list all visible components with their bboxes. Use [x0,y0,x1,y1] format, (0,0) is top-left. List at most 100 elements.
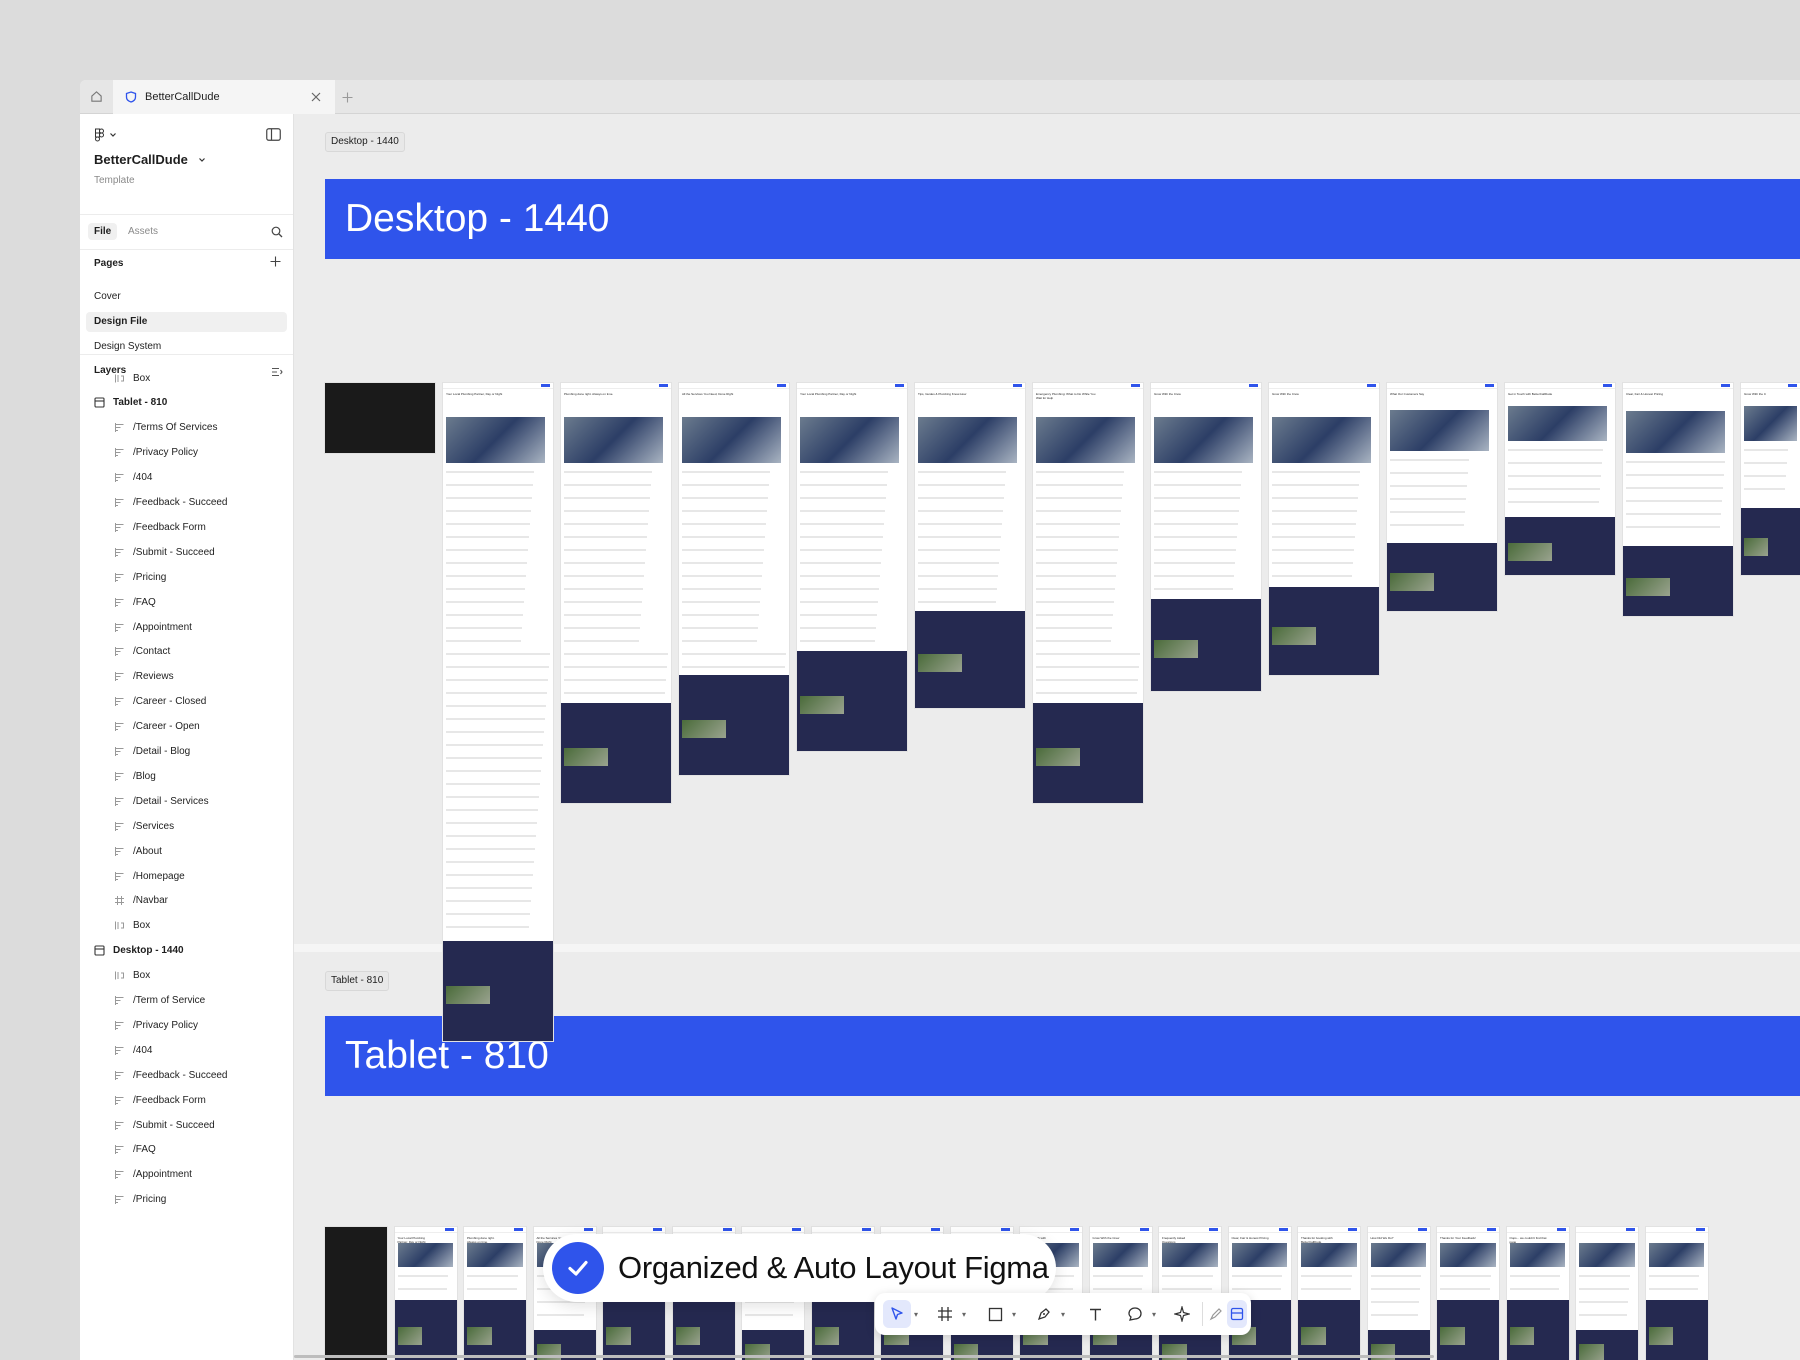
page-frame-thumbnail[interactable]: Plumbing done right. Always on time. [464,1227,526,1360]
thumb-footer-section [1741,507,1800,575]
frame-label-tablet[interactable]: Tablet - 810 [325,971,390,991]
close-tab-button[interactable] [309,90,323,104]
layer-item[interactable]: /FAQ [113,1140,156,1160]
page-frame-thumbnail[interactable]: Get in Touch with BetterCallDude [1505,383,1615,575]
horizontal-scrollbar[interactable] [294,1355,1434,1358]
design-canvas[interactable]: Desktop - 1440 Desktop - 1440 Tablet - 8… [294,114,1800,1360]
chevron-down-icon[interactable]: ▾ [962,1310,966,1319]
page-item-cover[interactable]: Cover [86,287,287,307]
layer-item[interactable]: /About [113,841,162,861]
layer-item[interactable]: /Feedback - Succeed [113,1065,228,1085]
main-menu-button[interactable] [94,128,117,142]
layer-item[interactable]: /Services [113,816,174,836]
page-frame-thumbnail[interactable]: Your Local Plumbing Partner, Day or Nigh… [443,383,553,1041]
chevron-down-icon[interactable]: ▾ [1152,1310,1156,1319]
page-frame-thumbnail[interactable] [325,1227,387,1360]
layer-item[interactable]: /Privacy Policy [113,1015,198,1035]
toggle-sidebar-button[interactable] [266,128,281,146]
page-frame-thumbnail[interactable]: Clear, Fair & Honest Pricing [1623,383,1733,616]
layer-item[interactable]: /Homepage [113,866,185,886]
thumb-navbar [1089,1227,1152,1233]
page-frame-thumbnail[interactable]: Thanks for Your Feedback! [1437,1227,1499,1360]
layer-item[interactable]: Box [113,966,150,986]
page-frame-thumbnail[interactable]: Plumbing done right. Always on time. [561,383,671,803]
page-frame-thumbnail[interactable] [1576,1227,1638,1360]
thumb-hero-image [1036,417,1135,463]
layer-section[interactable]: Desktop - 1440 [93,941,184,961]
layer-item[interactable]: /Submit - Succeed [113,1115,215,1135]
page-frame-thumbnail[interactable]: Your Local Plumbing Partner, Day or Nigh… [394,1227,457,1360]
page-frame-thumbnail[interactable] [325,383,435,453]
page-frame-thumbnail[interactable]: Tips, Guides & Plumbing Know-How [915,383,1025,708]
layer-item[interactable]: /Detail - Blog [113,742,190,762]
frame-label-desktop[interactable]: Desktop - 1440 [325,132,405,152]
add-page-button[interactable] [270,254,281,272]
chevron-down-icon[interactable]: ▾ [1012,1310,1016,1319]
search-layers-button[interactable] [271,225,283,243]
page-frame-thumbnail[interactable]: Emergency Plumbing: What to Do While You… [1033,383,1143,803]
layer-item[interactable]: /Privacy Policy [113,443,198,463]
layer-item[interactable]: /Detail - Services [113,791,209,811]
page-frame-thumbnail[interactable]: Oops... we couldn't find that page [1506,1227,1569,1360]
frame-tool-button[interactable] [931,1300,959,1328]
layer-item[interactable]: Box [113,368,150,388]
comment-tool-button[interactable] [1121,1300,1149,1328]
layer-item[interactable]: /Appointment [113,1165,192,1185]
layer-item[interactable]: /Submit - Succeed [113,542,215,562]
page-frame-thumbnail[interactable]: Grow With the C [1741,383,1800,575]
layer-item[interactable]: /Blog [113,766,156,786]
file-tab[interactable]: BetterCallDude [113,80,335,114]
layer-item[interactable]: /Terms Of Services [113,418,217,438]
tab-file[interactable]: File [88,223,118,240]
draw-mode-button[interactable] [1206,1300,1226,1328]
tab-assets[interactable]: Assets [122,223,164,240]
thumb-heading: What Our Customers Say [1390,392,1425,396]
thumb-content-row [467,1287,517,1290]
text-tool-icon [1089,1308,1101,1320]
move-tool-button[interactable] [883,1300,911,1328]
layer-item[interactable]: Box [113,916,150,936]
thumb-content-row [800,536,883,538]
pages-title: Pages [94,258,124,269]
page-frame-thumbnail[interactable]: Grow With the Crew [1151,383,1261,691]
page-frame-thumbnail[interactable]: Thanks for booking with BetterCallDude [1298,1227,1360,1360]
thumb-content-row [564,497,650,499]
layer-item[interactable]: /Pricing [113,567,166,587]
actions-button[interactable] [1168,1300,1196,1328]
page-frame-thumbnail[interactable] [1645,1227,1708,1360]
layer-item[interactable]: /Feedback Form [113,517,206,537]
file-subtitle: Template [94,175,135,186]
shape-tool-button[interactable] [981,1300,1009,1328]
layer-item[interactable]: /Feedback - Succeed [113,493,228,513]
layer-item[interactable]: /Navbar [113,891,168,911]
dev-mode-button[interactable] [1227,1300,1247,1328]
layer-item[interactable]: /Contact [113,642,170,662]
file-name-dropdown[interactable]: BetterCallDude [94,152,206,167]
new-tab-button[interactable] [338,88,356,106]
layer-item[interactable]: /404 [113,468,152,488]
page-frame-thumbnail[interactable]: Grow With the Crew [1269,383,1379,675]
layer-item[interactable]: /Term of Service [113,991,205,1011]
layer-section[interactable]: Tablet - 810 [93,393,167,413]
page-frame-thumbnail[interactable]: Your Local Plumbing Partner, Day or Nigh… [797,383,907,751]
chevron-down-icon[interactable]: ▾ [1061,1310,1065,1319]
page-frame-thumbnail[interactable]: How Did We Do? [1367,1227,1430,1360]
layer-item[interactable]: /Reviews [113,667,174,687]
pen-tool-button[interactable] [1030,1300,1058,1328]
chevron-down-icon[interactable]: ▾ [914,1310,918,1319]
layer-item[interactable]: /Career - Open [113,717,200,737]
layer-item[interactable]: /Feedback Form [113,1090,206,1110]
collapse-layers-button[interactable] [271,364,283,382]
layer-item[interactable]: /FAQ [113,592,156,612]
layer-item[interactable]: /Appointment [113,617,192,637]
layer-item[interactable]: /Pricing [113,1190,166,1210]
thumb-footer-section [603,1300,665,1360]
text-tool-button[interactable] [1081,1300,1109,1328]
page-frame-thumbnail[interactable]: All the Services You Need, Done Right [679,383,789,775]
thumb-content-row [1370,1300,1420,1303]
home-tab[interactable] [80,80,114,113]
layer-item[interactable]: /Career - Closed [113,692,206,712]
page-item-design-file[interactable]: Design File [86,312,287,332]
page-frame-thumbnail[interactable]: What Our Customers Say [1387,383,1497,611]
layer-item[interactable]: /404 [113,1040,152,1060]
